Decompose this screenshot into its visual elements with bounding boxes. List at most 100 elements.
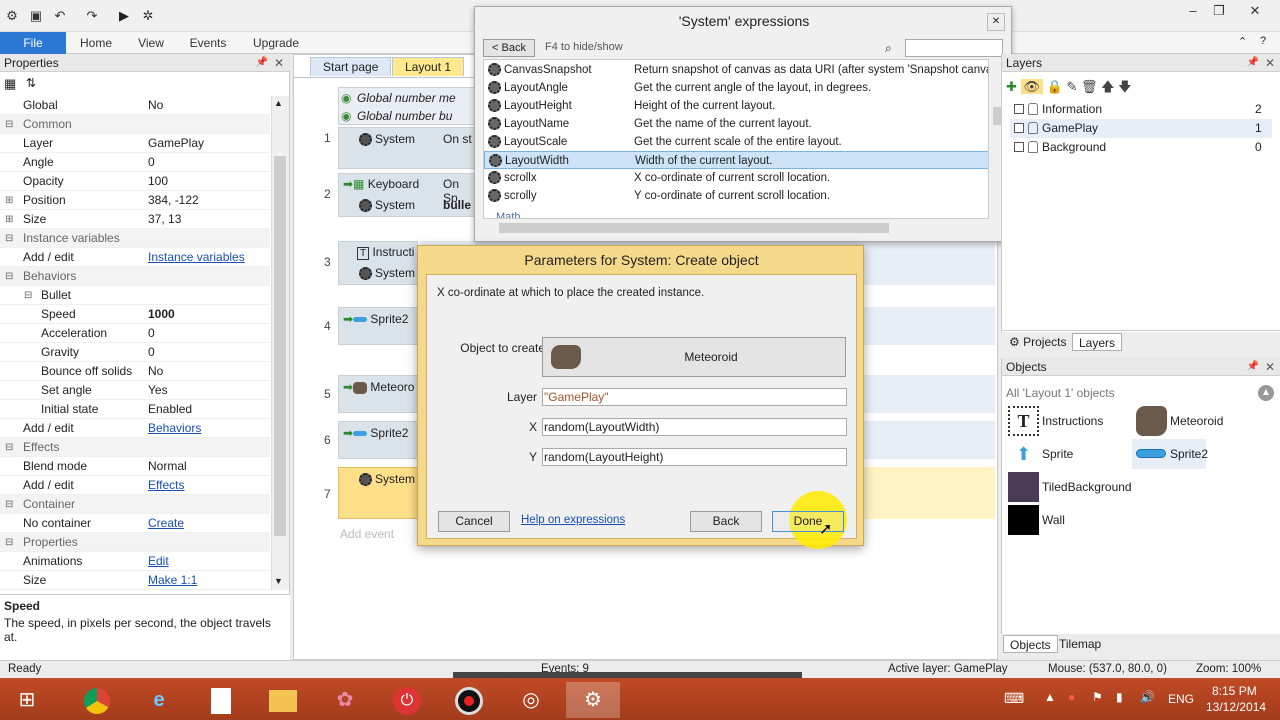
object-tiledbackground[interactable]: TiledBackground xyxy=(1008,472,1168,502)
globals-block[interactable]: Global number me Global number bu ◉ ◉ xyxy=(338,87,478,125)
collapse-icon[interactable]: ⊟ xyxy=(5,229,13,248)
x-input[interactable]: random(LayoutWidth) xyxy=(542,418,847,436)
expression-row[interactable]: LayoutAngle Get the current angle of the … xyxy=(484,79,988,97)
property-row[interactable]: Bounce off solids No xyxy=(0,362,270,381)
collapse-icon[interactable]: ⊟ xyxy=(5,115,13,134)
expression-row[interactable]: CanvasSnapshot Return snapshot of canvas … xyxy=(484,61,988,79)
recorder-icon[interactable] xyxy=(442,682,496,718)
object-sprite[interactable]: ⬆ Sprite xyxy=(1008,439,1128,469)
ribbon-expand-icon[interactable]: ⌃ xyxy=(1238,35,1247,48)
sort-az-icon[interactable]: ⇅ xyxy=(26,76,36,90)
scroll-down-icon[interactable]: ▼ xyxy=(274,576,283,586)
tab-layers[interactable]: Layers xyxy=(1072,333,1123,351)
property-row[interactable]: Size Make 1:1 xyxy=(0,571,270,590)
move-down-icon[interactable]: 🡇 xyxy=(1118,79,1131,94)
event-6[interactable]: ➡ Sprite2 xyxy=(338,421,418,459)
tray-icon[interactable]: ▲ xyxy=(1044,690,1056,704)
property-row[interactable]: Angle 0 xyxy=(0,153,270,172)
property-row[interactable]: Global No xyxy=(0,96,270,115)
event-7[interactable]: System xyxy=(338,467,418,519)
categorized-icon[interactable]: ▦ xyxy=(4,76,16,92)
property-row[interactable]: Speed 1000 xyxy=(0,305,270,324)
app-icon[interactable]: ✿ xyxy=(318,682,372,718)
ie-icon[interactable]: e xyxy=(132,682,186,718)
layer-row[interactable]: Background 0 xyxy=(1010,138,1272,157)
property-section[interactable]: ⊟ Behaviors xyxy=(0,267,270,286)
property-row[interactable]: Acceleration 0 xyxy=(0,324,270,343)
start-button[interactable]: ⊞ xyxy=(0,682,54,718)
event-3[interactable]: T Instructi System xyxy=(338,241,418,285)
expand-icon[interactable]: ⊞ xyxy=(5,191,13,210)
visibility-checkbox[interactable] xyxy=(1014,123,1024,133)
properties-scrollbar[interactable]: ▲ ▼ xyxy=(271,96,289,590)
property-value[interactable]: Create xyxy=(148,514,184,533)
expression-group[interactable]: Math xyxy=(484,208,988,218)
tab-projects[interactable]: ⚙ Projects xyxy=(1003,333,1072,351)
expressions-hscrollbar[interactable] xyxy=(483,221,989,235)
cancel-button[interactable]: Cancel xyxy=(438,511,510,532)
construct-taskbar-icon[interactable]: ⚙ xyxy=(566,682,620,718)
flag-icon[interactable]: ⚑ xyxy=(1092,690,1103,704)
keyboard-icon[interactable]: ⌨ xyxy=(1004,690,1024,707)
event-5[interactable]: ➡ Meteoro xyxy=(338,375,418,413)
volume-icon[interactable]: 🔊 xyxy=(1140,690,1155,704)
add-event-link[interactable]: Add event xyxy=(340,527,394,541)
property-row[interactable]: Add / edit Behaviors xyxy=(0,419,270,438)
property-section[interactable]: ⊟ Container xyxy=(0,495,270,514)
property-row[interactable]: Opacity 100 xyxy=(0,172,270,191)
visibility-checkbox[interactable] xyxy=(1014,104,1024,114)
property-section[interactable]: ⊟ Properties xyxy=(0,533,270,552)
maximize-icon[interactable]: ❐ xyxy=(1206,2,1232,20)
chrome-icon[interactable] xyxy=(70,682,124,718)
media-icon[interactable]: ◎ xyxy=(504,682,558,718)
close-icon[interactable]: ✕ xyxy=(1265,358,1275,376)
record-tray-icon[interactable]: ● xyxy=(1068,690,1075,704)
preview-icon[interactable]: ▶ xyxy=(116,8,132,24)
property-value[interactable]: Behaviors xyxy=(148,419,201,438)
redo-icon[interactable]: ↷ xyxy=(84,8,100,24)
power-app-icon[interactable]: ⏻ xyxy=(380,682,434,718)
layer-row[interactable]: Information 2 xyxy=(1010,100,1272,119)
collapse-icon[interactable]: ⊟ xyxy=(5,533,13,552)
collapse-icon[interactable]: ⊟ xyxy=(24,286,32,305)
tab-objects[interactable]: Objects xyxy=(1003,635,1058,653)
pin-icon[interactable]: 📌 xyxy=(1247,358,1259,376)
move-up-icon[interactable]: 🡅 xyxy=(1101,79,1114,94)
add-layer-icon[interactable]: ✚ xyxy=(1006,79,1017,94)
property-row[interactable]: No container Create xyxy=(0,514,270,533)
tab-upgrade[interactable]: Upgrade xyxy=(250,32,302,54)
tab-file[interactable]: File xyxy=(0,32,66,54)
collapse-icon[interactable]: ⊟ xyxy=(5,267,13,286)
visibility-icon[interactable]: 👁 xyxy=(1020,79,1044,94)
scroll-up-icon[interactable]: ▲ xyxy=(274,98,283,108)
expression-row[interactable]: scrollx X co-ordinate of current scroll l… xyxy=(484,169,988,187)
property-section[interactable]: ⊟ Effects xyxy=(0,438,270,457)
close-icon[interactable]: ✕ xyxy=(274,54,284,72)
help-on-expressions-link[interactable]: Help on expressions xyxy=(521,514,625,526)
help-icon[interactable]: ? xyxy=(1260,35,1266,47)
tab-view[interactable]: View xyxy=(132,32,170,54)
lock-icon[interactable] xyxy=(1028,122,1038,134)
property-row[interactable]: Animations Edit xyxy=(0,552,270,571)
search-input[interactable] xyxy=(905,39,1003,57)
object-wall[interactable]: Wall xyxy=(1008,505,1128,535)
app-gear-icon[interactable]: ⚙ xyxy=(4,8,20,24)
language-indicator[interactable]: ENG xyxy=(1168,692,1194,706)
property-value[interactable]: Make 1:1 xyxy=(148,571,197,590)
property-value[interactable]: Edit xyxy=(148,552,169,571)
network-icon[interactable]: ▮ xyxy=(1116,690,1123,704)
expression-row[interactable]: LayoutWidth Width of the current layout. xyxy=(484,151,988,169)
object-picker-button[interactable]: Meteoroid xyxy=(542,337,846,377)
property-row[interactable]: ⊞ Size 37, 13 xyxy=(0,210,270,229)
property-row[interactable]: Add / edit Instance variables xyxy=(0,248,270,267)
back-button[interactable]: Back xyxy=(690,511,762,532)
property-value[interactable]: Effects xyxy=(148,476,184,495)
property-row[interactable]: Gravity 0 xyxy=(0,343,270,362)
property-row[interactable]: Blend mode Normal xyxy=(0,457,270,476)
event-1[interactable]: System On st xyxy=(338,127,478,169)
clock-time[interactable]: 8:15 PM xyxy=(1212,684,1257,698)
property-section[interactable]: ⊟ Common xyxy=(0,115,270,134)
lock-icon[interactable] xyxy=(1028,141,1038,153)
close-icon[interactable]: ✕ xyxy=(987,13,1005,31)
hscroll-thumb[interactable] xyxy=(499,223,889,233)
